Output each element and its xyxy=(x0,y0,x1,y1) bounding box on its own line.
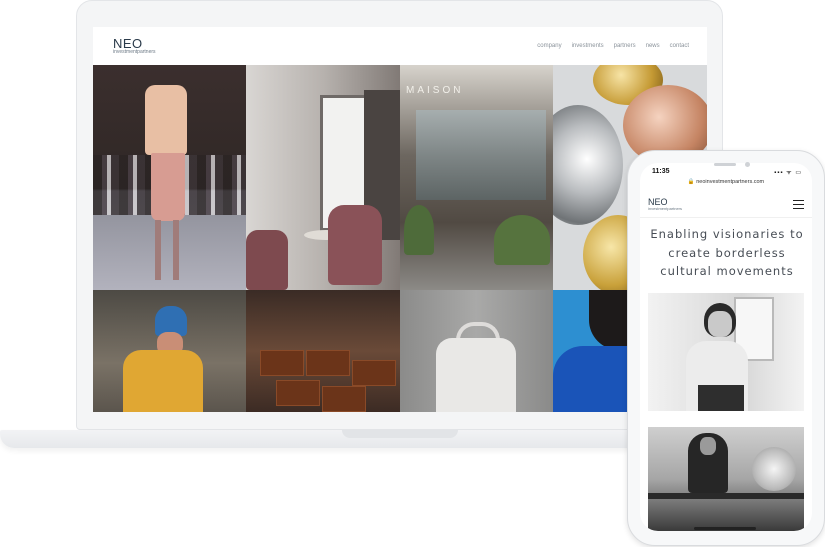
yellow-jacket xyxy=(123,350,203,412)
model-leg xyxy=(173,220,179,280)
portfolio-tile-storefront[interactable]: MAISON xyxy=(400,65,553,290)
headline-line: cultural movements xyxy=(660,264,794,278)
storefront-sign: MAISON xyxy=(406,85,464,96)
status-time: 11:35 xyxy=(652,168,670,175)
mobile-header: NEO investmentpartners xyxy=(640,191,812,218)
site-nav: company investments partners news contac… xyxy=(537,43,689,49)
interior-chair xyxy=(246,230,288,290)
portfolio-tile-interior[interactable] xyxy=(246,65,400,290)
headline-line: create borderless xyxy=(668,245,786,260)
portfolio-tile-chocolate[interactable] xyxy=(246,290,400,412)
portfolio-tile-backpack[interactable] xyxy=(400,290,553,412)
model-shirt xyxy=(145,85,187,155)
nav-item-company[interactable]: company xyxy=(537,43,561,49)
storefront-plant xyxy=(404,205,434,255)
chocolate-piece xyxy=(260,350,304,376)
laptop-notch xyxy=(342,430,458,438)
nav-item-contact[interactable]: contact xyxy=(670,43,689,49)
portfolio-tile-runway[interactable] xyxy=(93,65,246,290)
silver-lamp xyxy=(553,105,623,225)
home-indicator[interactable] xyxy=(694,527,756,530)
mobile-photo-portrait[interactable] xyxy=(648,293,804,411)
mobile-website: 11:35 ▪▪▪ ᯤ ▭ 🔒 neoinvestmentpartners.co… xyxy=(640,163,812,531)
phone-camera xyxy=(745,162,750,167)
laptop-website: NEO investmentpartners company investmen… xyxy=(93,27,707,412)
phone-speaker xyxy=(714,163,736,166)
table xyxy=(648,493,804,499)
headline-line: Enabling visionaries to xyxy=(650,227,804,241)
status-bar: 11:35 ▪▪▪ ᯤ ▭ xyxy=(640,165,812,179)
mobile-headline: Enabling visionaries to create borderles… xyxy=(646,225,808,281)
backpack xyxy=(436,338,516,412)
chocolate-piece xyxy=(276,380,320,406)
chocolate-piece xyxy=(322,386,366,412)
chocolate-piece xyxy=(306,350,350,376)
person-face xyxy=(708,311,732,337)
mobile-logo-subtitle: investmentpartners xyxy=(648,206,683,211)
portfolio-tile-street-style[interactable] xyxy=(93,290,246,412)
nav-item-partners[interactable]: partners xyxy=(614,43,636,49)
storefront-plant xyxy=(494,215,550,265)
signal-wifi-battery-icon: ▪▪▪ ᯤ ▭ xyxy=(774,170,802,176)
site-logo-subtitle: investmentpartners xyxy=(113,49,156,55)
interior-chair xyxy=(328,205,382,285)
nav-item-news[interactable]: news xyxy=(646,43,660,49)
mobile-photo-man-seated[interactable] xyxy=(648,427,804,531)
model-skirt xyxy=(151,153,185,221)
hamburger-menu-icon[interactable] xyxy=(793,200,804,211)
person-face xyxy=(700,437,716,455)
model-leg xyxy=(155,220,161,280)
url-bar[interactable]: 🔒 neoinvestmentpartners.com xyxy=(640,179,812,185)
site-header: NEO investmentpartners company investmen… xyxy=(93,27,707,65)
crystal-lamp xyxy=(752,447,796,491)
storefront-glass xyxy=(416,110,546,200)
chocolate-piece xyxy=(352,360,396,386)
nav-item-investments[interactable]: investments xyxy=(572,43,604,49)
portfolio-image-grid: MAISON xyxy=(93,65,707,412)
person-skirt xyxy=(698,385,744,411)
